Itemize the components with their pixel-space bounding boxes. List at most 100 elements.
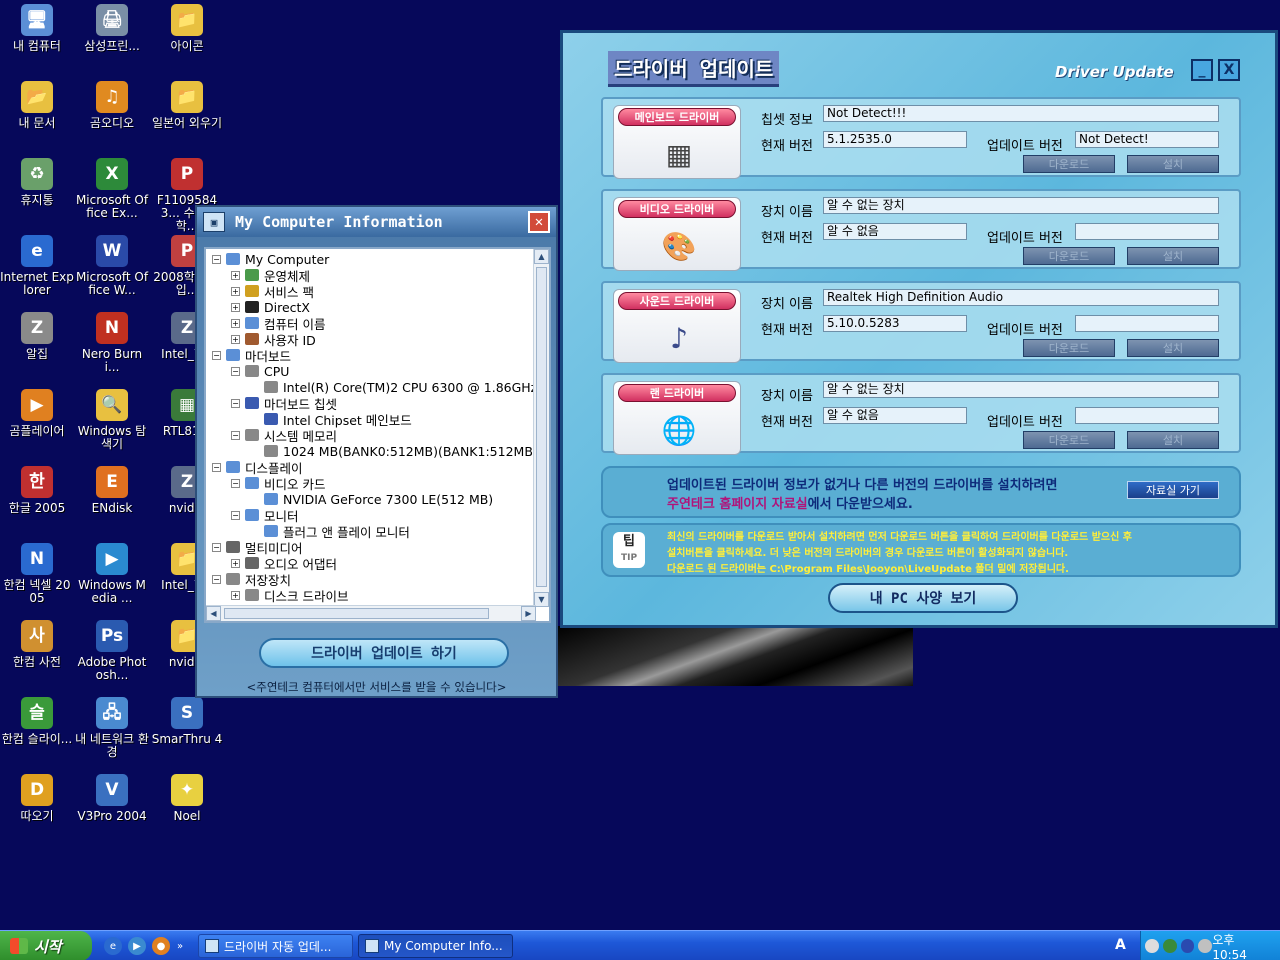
horizontal-scrollbar[interactable]: ◀ ▶: [206, 605, 536, 621]
tree-node[interactable]: − CPU: [231, 363, 289, 379]
collapse-icon[interactable]: −: [231, 430, 240, 440]
desktop-icon[interactable]: 🖥 내 컴퓨터: [0, 4, 74, 53]
desktop-icon[interactable]: D 따오기: [0, 774, 74, 823]
expand-icon[interactable]: +: [231, 334, 240, 344]
minimize-icon[interactable]: _: [1191, 59, 1213, 81]
desktop-icon[interactable]: 🖨 삼성프린...: [75, 4, 149, 53]
device-icon: [245, 269, 259, 281]
desktop-icon-label: 따오기: [20, 809, 54, 823]
download-button[interactable]: 다운로드: [1023, 155, 1115, 173]
tray-icon-a[interactable]: [1145, 939, 1159, 953]
ie-quicklaunch-icon[interactable]: e: [104, 937, 122, 955]
field-label: 장치 이름: [761, 205, 813, 220]
desktop-icon[interactable]: 🔍 Windows 탐색기: [75, 389, 149, 451]
field-label: 칩셋 정보: [761, 113, 813, 128]
desktop-icon[interactable]: Z 알집: [0, 312, 74, 361]
app-icon: 한: [21, 466, 53, 498]
desktop-icon[interactable]: 사 한컴 사전: [0, 620, 74, 669]
desktop-icon[interactable]: 📁 아이콘: [150, 4, 224, 53]
goto-download-page-button[interactable]: 자료실 가기: [1127, 481, 1219, 499]
scroll-down-icon[interactable]: ▼: [534, 592, 549, 607]
scroll-thumb[interactable]: [536, 267, 547, 587]
mci-title-bar[interactable]: ▣ My Computer Information ✕: [197, 207, 556, 237]
tray-icon-c[interactable]: [1180, 939, 1195, 953]
device-icon: [264, 525, 278, 537]
vertical-scrollbar[interactable]: ▲ ▼: [533, 249, 549, 607]
driver-update-button[interactable]: 드라이버 업데이트 하기: [259, 638, 509, 668]
clock: 오후 10:54: [1212, 932, 1247, 960]
tree-node[interactable]: − 마더보드: [212, 347, 291, 364]
start-button[interactable]: 시작: [0, 931, 92, 960]
tree-node[interactable]: + 서비스 팩: [231, 283, 314, 300]
media-quicklaunch-icon[interactable]: ▶: [128, 937, 146, 955]
desktop-icon[interactable]: V V3Pro 2004: [75, 774, 149, 823]
download-button[interactable]: 다운로드: [1023, 339, 1115, 357]
install-button[interactable]: 설치: [1127, 431, 1219, 449]
collapse-icon[interactable]: −: [231, 398, 240, 408]
tray-icon-d[interactable]: [1198, 939, 1213, 953]
expand-icon[interactable]: +: [231, 302, 240, 312]
expand-icon[interactable]: +: [231, 286, 240, 296]
collapse-icon[interactable]: −: [212, 350, 221, 360]
expand-icon[interactable]: +: [231, 318, 240, 328]
taskbar-button[interactable]: My Computer Info...: [358, 934, 513, 958]
ime-indicator[interactable]: A: [1115, 937, 1126, 953]
download-button[interactable]: 다운로드: [1023, 247, 1115, 265]
desktop-icon-label: 한컴 넥셀 2005: [3, 578, 71, 605]
install-button[interactable]: 설치: [1127, 339, 1219, 357]
collapse-icon[interactable]: −: [231, 478, 240, 488]
expand-icon[interactable]: +: [231, 270, 240, 280]
desktop-icon[interactable]: Ps Adobe Photosh...: [75, 620, 149, 682]
scroll-right-icon[interactable]: ▶: [521, 606, 536, 621]
hscroll-thumb[interactable]: [224, 608, 489, 619]
collapse-icon[interactable]: −: [212, 542, 221, 552]
desktop-icon[interactable]: ♻ 휴지통: [0, 158, 74, 207]
desktop-icon[interactable]: ♫ 곰오디오: [75, 81, 149, 130]
collapse-icon[interactable]: −: [212, 254, 221, 264]
field-value: 5.1.2535.0: [823, 131, 967, 148]
desktop-icon[interactable]: ▶ Windows Media ...: [75, 543, 149, 605]
scroll-up-icon[interactable]: ▲: [534, 249, 549, 264]
homepage-link[interactable]: 주연테크 홈페이지 자료실: [667, 497, 808, 512]
tree-node[interactable]: − 시스템 메모리: [231, 427, 337, 444]
desktop-icon[interactable]: e Internet Explorer: [0, 235, 74, 297]
desktop-icon[interactable]: E ENdisk: [75, 466, 149, 515]
close-icon[interactable]: X: [1218, 59, 1240, 81]
desktop-icon[interactable]: 한 한글 2005: [0, 466, 74, 515]
expand-icon[interactable]: +: [231, 558, 240, 568]
tree-node-label: My Computer: [245, 251, 330, 267]
desktop-icon[interactable]: ▶ 곰플레이어: [0, 389, 74, 438]
desktop-icon[interactable]: 🖧 내 네트워크 환경: [75, 697, 149, 759]
field-value: 알 수 없는 장치: [823, 197, 1219, 214]
collapse-icon[interactable]: −: [231, 510, 240, 520]
desktop-icon[interactable]: S SmarThru 4: [150, 697, 224, 746]
install-button[interactable]: 설치: [1127, 155, 1219, 173]
desktop-icon[interactable]: 📁 일본어 외우기: [150, 81, 224, 130]
collapse-icon[interactable]: −: [212, 574, 221, 584]
desktop-icon[interactable]: N 한컴 넥셀 2005: [0, 543, 74, 605]
tree-node-label: DirectX: [264, 299, 310, 315]
gom-quicklaunch-icon[interactable]: ●: [152, 937, 170, 955]
taskbar-button[interactable]: 드라이버 자동 업데...: [198, 934, 353, 958]
scroll-left-icon[interactable]: ◀: [206, 606, 221, 621]
desktop-icon[interactable]: ✦ Noel: [150, 774, 224, 823]
tree-node[interactable]: − 비디오 카드: [231, 475, 325, 492]
view-pc-spec-button[interactable]: 내 PC 사양 보기: [828, 583, 1018, 613]
close-icon[interactable]: ✕: [528, 211, 550, 233]
quicklaunch-more-icon[interactable]: »: [174, 937, 186, 955]
expand-icon[interactable]: +: [231, 590, 240, 600]
desktop-icon[interactable]: N Nero Burni...: [75, 312, 149, 374]
tray-icon-b[interactable]: [1162, 939, 1177, 953]
download-button[interactable]: 다운로드: [1023, 431, 1115, 449]
desktop-icon[interactable]: W Microsoft Office W...: [75, 235, 149, 297]
collapse-icon[interactable]: −: [231, 366, 240, 376]
desktop-icon-label: 내 문서: [18, 116, 56, 130]
install-button[interactable]: 설치: [1127, 247, 1219, 265]
driver-picture: 비디오 드라이버 🎨: [613, 197, 741, 271]
desktop-icon[interactable]: X Microsoft Office Ex...: [75, 158, 149, 220]
desktop-icon[interactable]: 슬 한컴 슬라이...: [0, 697, 74, 746]
collapse-icon[interactable]: −: [212, 462, 221, 472]
field-value: Realtek High Definition Audio: [823, 289, 1219, 306]
device-icon: [245, 397, 259, 409]
desktop-icon[interactable]: 📂 내 문서: [0, 81, 74, 130]
